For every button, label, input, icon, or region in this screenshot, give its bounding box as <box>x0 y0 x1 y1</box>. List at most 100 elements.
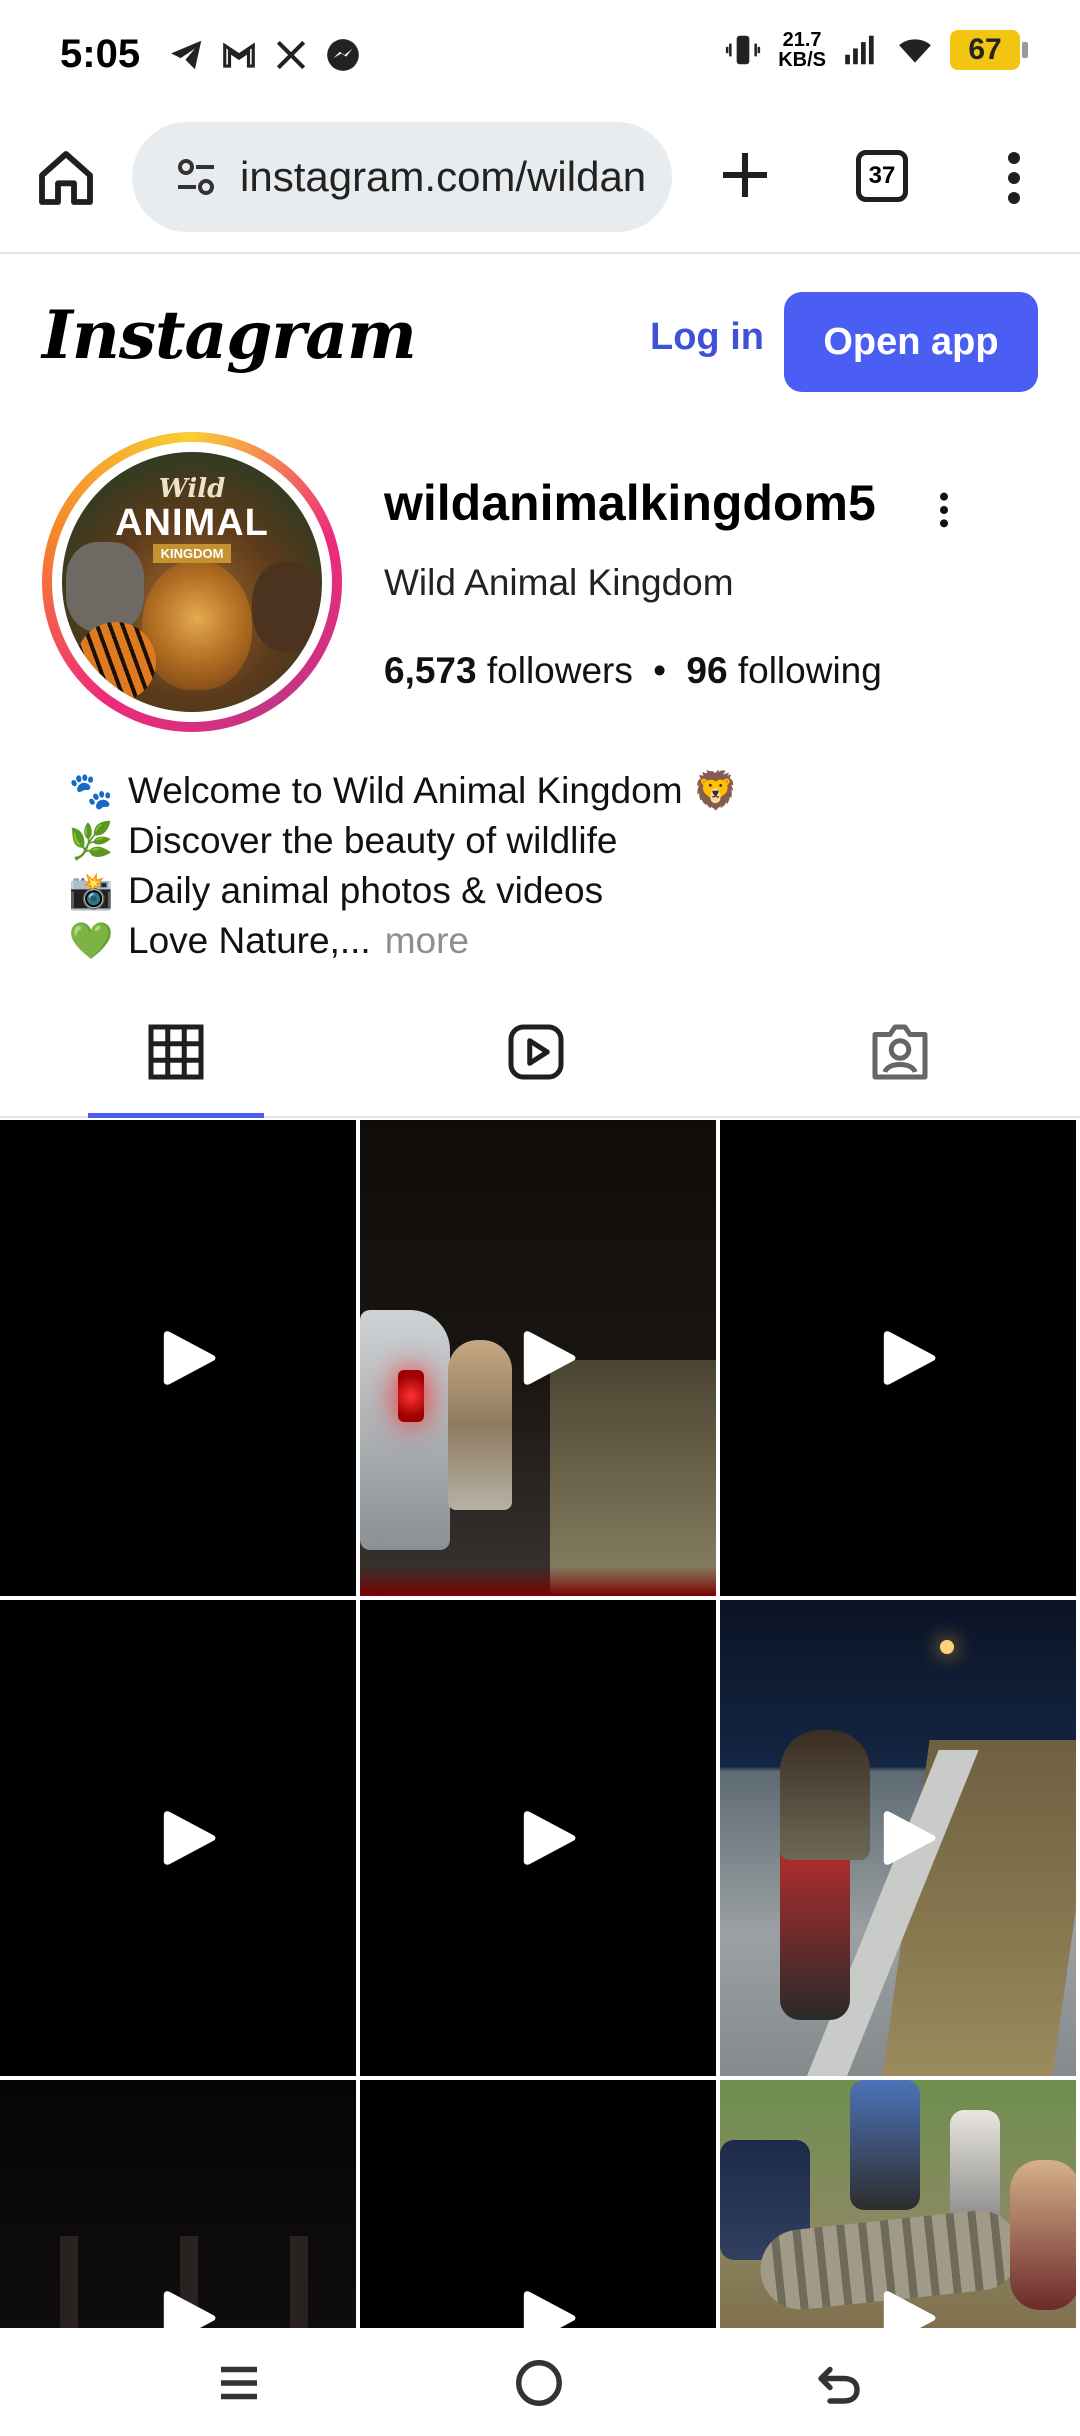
grid-post[interactable] <box>0 1600 356 2076</box>
grid-post[interactable] <box>720 1120 1076 1596</box>
bio-more-link[interactable]: more <box>385 916 469 966</box>
speed-unit: KB/S <box>778 49 826 71</box>
avatar-story-ring[interactable]: Wild ANIMAL KINGDOM <box>42 432 342 732</box>
status-bar: 5:05 21.7 KB/S 67 <box>0 0 1080 112</box>
profile-tabs <box>0 986 1080 1118</box>
grid-post[interactable] <box>720 2080 1076 2328</box>
system-navigation-bar <box>0 2328 1080 2436</box>
play-icon <box>163 1811 216 1865</box>
stats-separator: • <box>653 650 667 691</box>
bio-text: Welcome to Wild Animal Kingdom 🦁 <box>128 770 739 811</box>
signal-icon <box>845 35 874 65</box>
reels-icon[interactable] <box>506 1022 566 1082</box>
thumbnail-glow <box>360 1566 716 1596</box>
play-icon <box>883 1331 936 1385</box>
play-icon <box>523 1331 576 1385</box>
active-tab-indicator <box>88 1113 264 1118</box>
bio-line: 📸 Daily animal photos & videos <box>68 866 739 916</box>
followers-count: 6,573 <box>384 650 477 691</box>
recent-apps-icon[interactable] <box>212 2356 266 2410</box>
play-icon <box>523 2291 576 2328</box>
battery-icon: 67 <box>950 30 1028 70</box>
bio-text: Love Nature,... <box>128 920 371 961</box>
grid-post[interactable] <box>720 1600 1076 2076</box>
bear-shape <box>252 562 322 652</box>
grid-post[interactable] <box>360 1120 716 1596</box>
avatar-title-word: ANIMAL <box>115 502 269 544</box>
new-tab-icon[interactable] <box>712 142 778 208</box>
bio-text: Daily animal photos & videos <box>128 870 604 911</box>
lion-shape <box>142 560 252 690</box>
profile-bio: 🐾 Welcome to Wild Animal Kingdom 🦁 🌿 Disco… <box>68 766 739 966</box>
notification-icons <box>168 36 362 74</box>
thumbnail-person <box>1010 2160 1076 2310</box>
tiger-shape <box>76 622 156 702</box>
vibrate-icon <box>726 35 761 65</box>
bio-line: 🐾 Welcome to Wild Animal Kingdom 🦁 <box>68 766 739 816</box>
tab-switcher-button[interactable]: 37 <box>856 150 908 202</box>
followers-link[interactable]: 6,573 followers <box>384 650 633 691</box>
herb-icon: 🌿 <box>68 820 114 861</box>
play-icon <box>163 1331 216 1385</box>
profile-options-icon[interactable] <box>936 490 952 530</box>
posts-grid <box>0 1120 1080 2328</box>
paw-icon: 🐾 <box>68 770 114 811</box>
instagram-header: Instagram Log in Open app <box>0 254 1080 424</box>
back-icon[interactable] <box>812 2356 866 2410</box>
following-link[interactable]: 96 following <box>686 650 881 691</box>
tagged-icon[interactable] <box>870 1022 930 1082</box>
play-icon <box>163 2291 216 2328</box>
url-text[interactable]: instagram.com/wildan <box>240 153 646 201</box>
thumbnail-person <box>448 1340 512 1510</box>
site-settings-icon[interactable] <box>172 153 220 201</box>
following-label: following <box>737 650 882 691</box>
grid-icon[interactable] <box>146 1022 206 1082</box>
avatar-script-word: Wild <box>158 474 226 504</box>
wifi-icon <box>899 39 931 63</box>
login-link[interactable]: Log in <box>650 316 764 359</box>
telegram-icon <box>171 40 202 70</box>
grid-post[interactable] <box>360 1600 716 2076</box>
grid-post[interactable] <box>360 2080 716 2328</box>
thumbnail-streetlight <box>940 1640 954 1654</box>
messenger-icon <box>327 39 359 71</box>
grid-post[interactable] <box>0 2080 356 2328</box>
thumbnail-car <box>360 1310 450 1550</box>
system-indicators: 21.7 KB/S 67 <box>724 30 1028 70</box>
green-heart-icon: 💚 <box>68 920 114 961</box>
speed-value: 21.7 <box>782 29 822 51</box>
home-icon[interactable] <box>34 146 98 210</box>
play-icon <box>883 2291 936 2328</box>
avatar-logo-text: Wild ANIMAL KINGDOM <box>62 474 322 563</box>
grid-post[interactable] <box>0 1120 356 1596</box>
thumbnail-taillight <box>398 1370 424 1422</box>
browser-toolbar: instagram.com/wildan 37 <box>0 112 1080 254</box>
gmail-icon <box>223 42 255 68</box>
thumbnail-tree <box>60 2236 78 2328</box>
thumbnail-grass <box>550 1360 716 1596</box>
following-count: 96 <box>686 650 728 691</box>
camera-icon: 📸 <box>68 870 114 911</box>
open-app-button[interactable]: Open app <box>784 292 1038 392</box>
thumbnail-person <box>850 2080 920 2210</box>
play-icon <box>883 1811 936 1865</box>
profile-stats: 6,573 followers • 96 following <box>384 650 882 692</box>
network-speed: 21.7 KB/S <box>778 30 826 70</box>
home-circle-icon[interactable] <box>512 2356 566 2410</box>
more-options-icon[interactable] <box>994 148 1034 208</box>
profile-full-name: Wild Animal Kingdom <box>384 562 734 603</box>
x-icon <box>276 40 306 70</box>
play-icon <box>523 1811 576 1865</box>
bio-text: Discover the beauty of wildlife <box>128 820 618 861</box>
bio-line: 🌿 Discover the beauty of wildlife <box>68 816 739 866</box>
followers-label: followers <box>486 650 633 691</box>
bio-line: 💚 Love Nature,... more <box>68 916 739 966</box>
thumbnail-rider <box>780 1730 870 1860</box>
avatar-ribbon-word: KINGDOM <box>152 544 232 563</box>
thumbnail-tree <box>290 2236 308 2328</box>
avatar[interactable]: Wild ANIMAL KINGDOM <box>52 442 332 722</box>
status-time: 5:05 <box>60 32 141 76</box>
address-bar[interactable]: instagram.com/wildan <box>132 122 672 232</box>
profile-username: wildanimalkingdom5 <box>384 475 876 531</box>
instagram-logo[interactable]: Instagram <box>42 296 417 374</box>
